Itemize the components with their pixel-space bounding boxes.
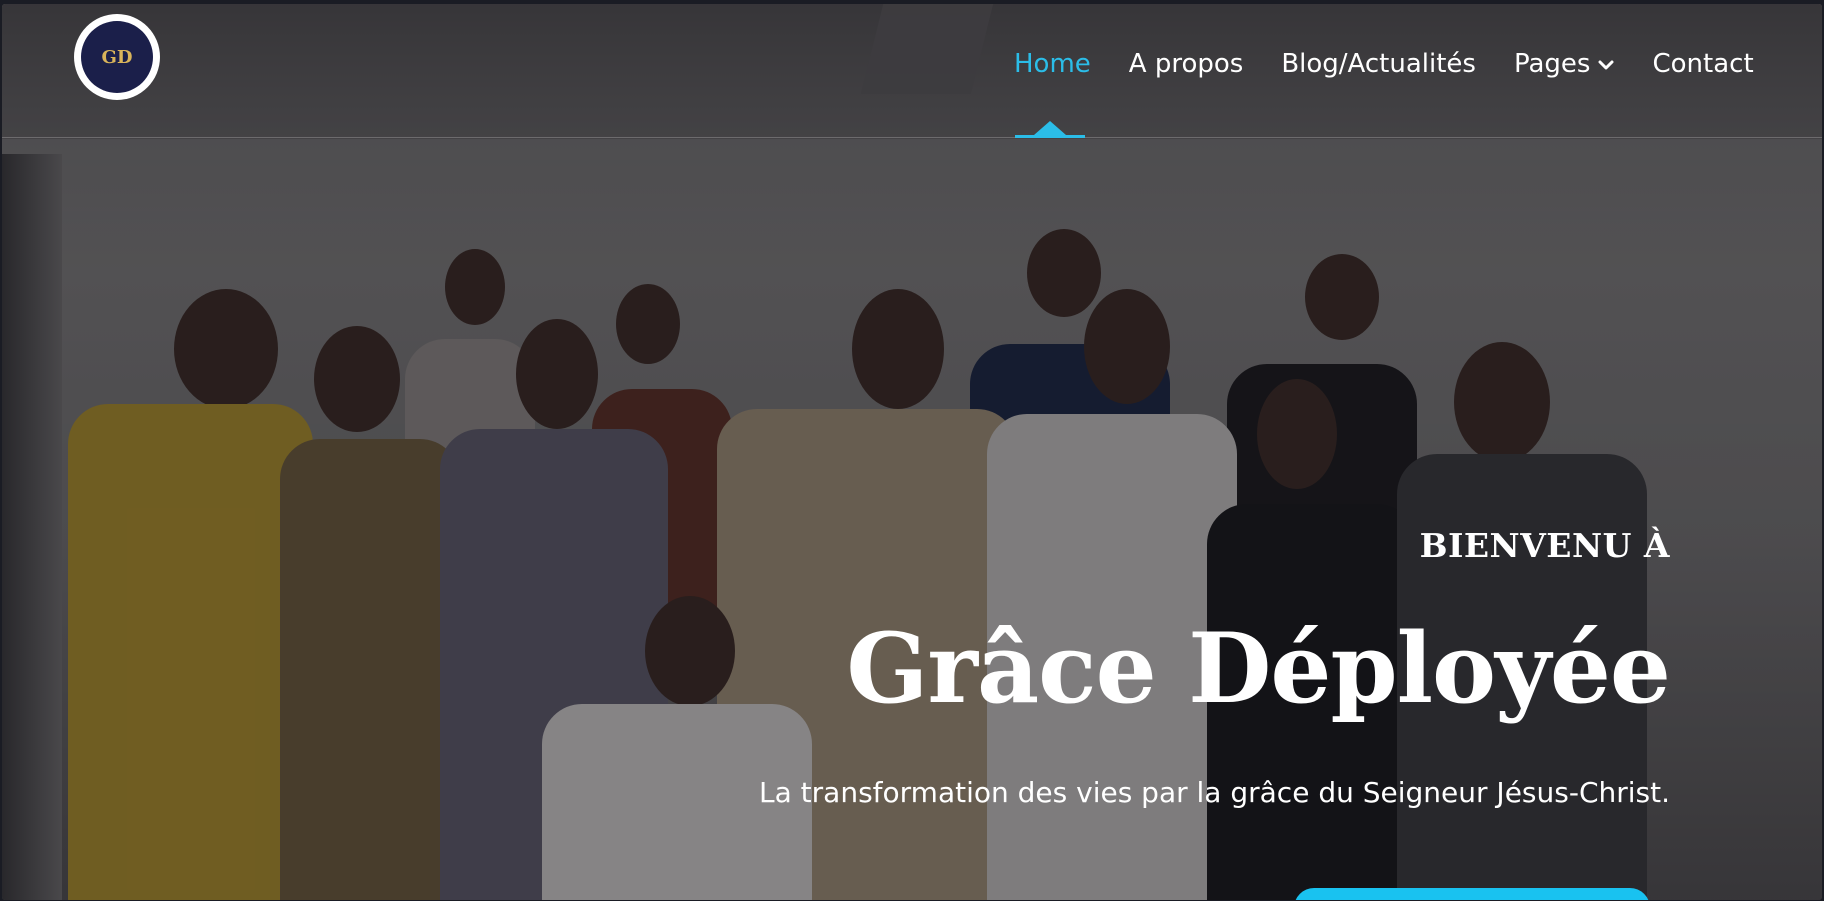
nav-item-label: Contact: [1652, 49, 1754, 79]
main-nav: Home A propos Blog/Actualités Pages Cont…: [1014, 44, 1792, 84]
nav-item-a-propos[interactable]: A propos: [1129, 44, 1244, 84]
nav-item-label: Blog/Actualités: [1281, 49, 1476, 79]
logo-emblem: GD: [81, 21, 153, 93]
site-logo[interactable]: GD: [74, 14, 160, 100]
hero-title: Grâce Déployée: [846, 612, 1671, 725]
site-header: GD Home A propos Blog/Actualités Pages C…: [2, 4, 1822, 138]
hero-subtitle: La transformation des vies par la grâce …: [759, 776, 1670, 809]
hero-overlay: [2, 4, 1822, 900]
cta-button[interactable]: [1294, 888, 1650, 900]
nav-item-label: A propos: [1128, 49, 1244, 79]
chevron-down-icon: [1598, 56, 1614, 75]
hero-section: GD Home A propos Blog/Actualités Pages C…: [2, 4, 1822, 900]
nav-item-label: Pages: [1513, 49, 1591, 79]
hero-welcome: BIENVENU À: [1419, 526, 1670, 565]
active-nav-indicator: [1015, 121, 1085, 138]
nav-item-contact[interactable]: Contact: [1652, 44, 1753, 84]
nav-item-pages[interactable]: Pages: [1514, 44, 1615, 84]
nav-item-label: Home: [1014, 49, 1091, 79]
nav-item-home[interactable]: Home: [1014, 44, 1091, 84]
nav-item-blog[interactable]: Blog/Actualités: [1281, 44, 1476, 84]
